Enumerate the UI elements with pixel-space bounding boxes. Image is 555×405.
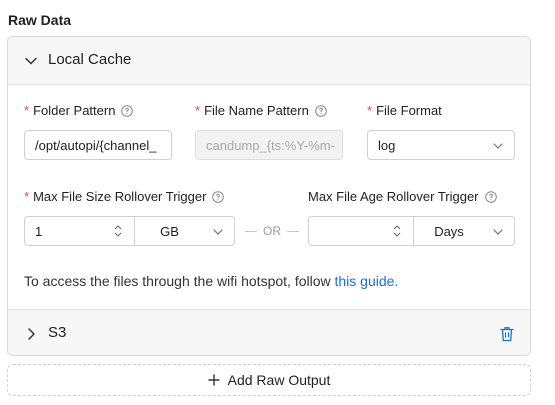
file-name-pattern-label-text: File Name Pattern [204, 103, 309, 118]
file-format-label: * File Format [367, 103, 442, 118]
max-file-age-label: Max File Age Rollover Trigger [308, 189, 497, 204]
required-marker: * [195, 103, 201, 118]
file-format-value: log [378, 137, 396, 153]
local-cache-header[interactable]: Local Cache [8, 37, 530, 85]
add-raw-output-button[interactable]: Add Raw Output [7, 364, 531, 396]
max-file-age-unit-value: Days [434, 223, 464, 239]
max-file-age-input[interactable] [308, 216, 414, 246]
chevron-down-icon [213, 229, 223, 235]
chevron-down-icon [493, 143, 503, 149]
help-icon[interactable] [484, 190, 497, 203]
guide-link[interactable]: this guide. [335, 273, 399, 289]
trash-icon[interactable] [500, 326, 514, 342]
max-file-size-input[interactable]: 1 [24, 216, 135, 246]
required-marker: * [367, 103, 373, 118]
add-raw-output-label: Add Raw Output [227, 372, 331, 388]
divider [245, 230, 257, 232]
stepper-icon[interactable] [393, 224, 401, 238]
max-file-age-label-text: Max File Age Rollover Trigger [308, 189, 479, 204]
required-marker: * [24, 189, 30, 204]
folder-pattern-input[interactable]: /opt/autopi/{channel_ [24, 130, 172, 160]
max-file-size-unit-select[interactable]: GB [134, 216, 235, 246]
max-file-size-label: * Max File Size Rollover Trigger [24, 189, 225, 204]
file-name-pattern-label: * File Name Pattern [195, 103, 327, 118]
help-icon[interactable] [121, 104, 134, 117]
local-cache-body: * Folder Pattern /opt/autopi/{channel_ *… [8, 85, 530, 309]
folder-pattern-label-text: Folder Pattern [33, 103, 116, 118]
hotspot-note-text: To access the files through the wifi hot… [24, 273, 335, 289]
required-marker: * [24, 103, 30, 118]
help-icon[interactable] [212, 190, 225, 203]
plus-icon [207, 374, 220, 386]
or-text: OR [263, 224, 281, 238]
raw-data-panel: Local Cache * Folder Pattern /opt/autopi… [7, 36, 531, 356]
folder-pattern-label: * Folder Pattern [24, 103, 134, 118]
section-title: Raw Data [8, 12, 72, 28]
chevron-right-icon [28, 328, 35, 340]
max-file-size-value: 1 [35, 223, 43, 239]
stepper-icon[interactable] [114, 224, 122, 238]
max-file-age-unit-select[interactable]: Days [413, 216, 515, 246]
s3-header[interactable]: S3 [8, 309, 530, 355]
max-file-size-unit-value: GB [160, 223, 179, 239]
divider [287, 230, 299, 232]
max-file-size-label-text: Max File Size Rollover Trigger [33, 189, 207, 204]
file-name-pattern-input: candump_{ts:%Y-%m- [195, 130, 343, 160]
s3-title: S3 [48, 324, 67, 341]
file-format-label-text: File Format [376, 103, 442, 118]
file-format-select[interactable]: log [367, 130, 515, 160]
hotspot-note: To access the files through the wifi hot… [24, 273, 398, 289]
local-cache-title: Local Cache [48, 51, 132, 68]
chevron-down-icon [25, 57, 37, 65]
chevron-down-icon [493, 229, 503, 235]
help-icon[interactable] [315, 104, 327, 117]
or-separator: OR [239, 224, 305, 238]
